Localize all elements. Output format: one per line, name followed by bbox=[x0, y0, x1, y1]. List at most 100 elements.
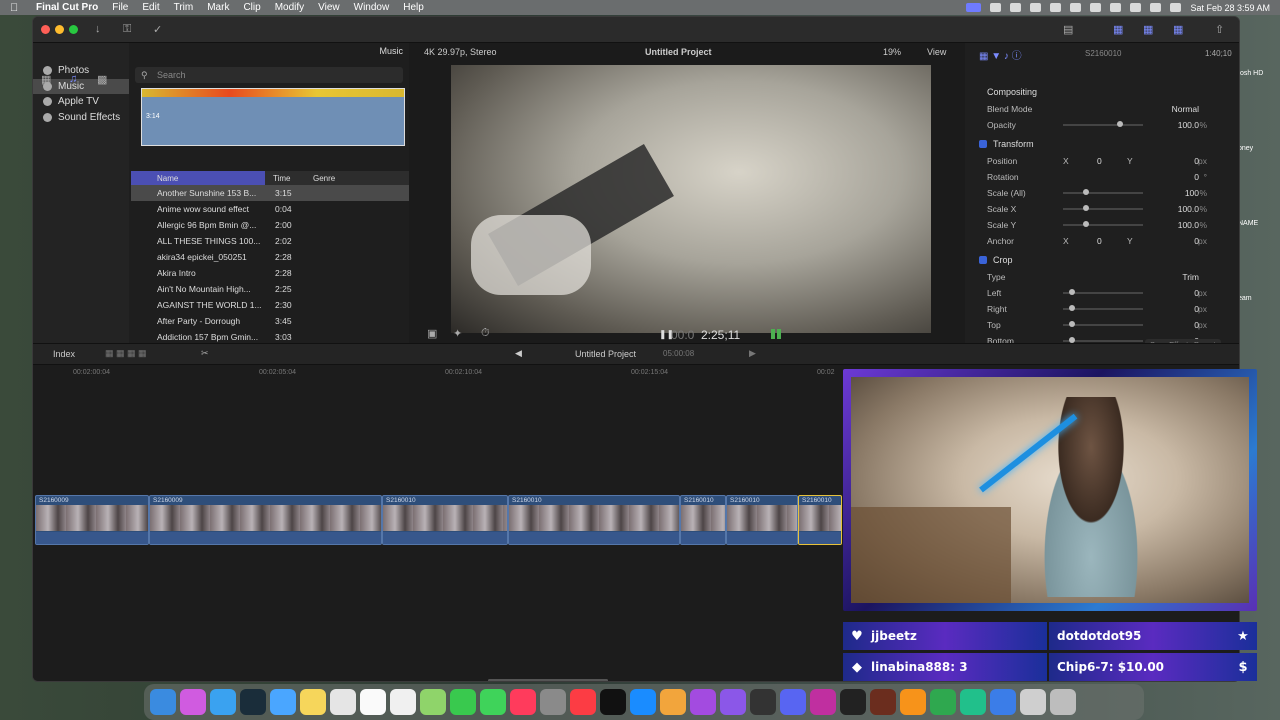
status-icon[interactable] bbox=[1050, 3, 1062, 12]
crop-left-slider[interactable] bbox=[1063, 289, 1143, 295]
list-item[interactable]: akira34 epickei_050251 2:28 bbox=[131, 249, 409, 265]
list-item[interactable]: After Party - Dorrough 3:45 bbox=[131, 313, 409, 329]
column-time[interactable]: Time bbox=[265, 174, 309, 183]
titles-icon[interactable]: ▩ bbox=[97, 73, 107, 86]
speed-icon[interactable]: ⏱ bbox=[481, 327, 490, 340]
video-clip[interactable]: S2160010 bbox=[382, 495, 508, 545]
crop-checkbox[interactable] bbox=[979, 256, 987, 264]
back-arrow-icon[interactable]: ◀ bbox=[515, 348, 522, 359]
inspector-tabs[interactable]: ▦ ▼ ♪ ⓘ bbox=[979, 47, 1022, 62]
control-center-icon[interactable] bbox=[1170, 3, 1182, 12]
libraries-icon[interactable]: ▦ bbox=[41, 73, 51, 86]
app-icon[interactable] bbox=[960, 689, 986, 715]
video-clip[interactable]: S2160010 bbox=[508, 495, 680, 545]
launchpad-icon[interactable] bbox=[180, 689, 206, 715]
apple-icon[interactable]:  bbox=[10, 2, 22, 14]
slider-knob[interactable] bbox=[1083, 205, 1089, 211]
video-frame[interactable] bbox=[451, 65, 931, 333]
desktop-label[interactable]: NAME bbox=[1238, 220, 1258, 227]
twitch-icon[interactable] bbox=[720, 689, 746, 715]
search-icon[interactable] bbox=[1150, 3, 1162, 12]
status-icon[interactable] bbox=[1010, 3, 1022, 12]
list-item[interactable]: Akira Intro 2:28 bbox=[131, 265, 409, 281]
slider-knob[interactable] bbox=[1069, 321, 1075, 327]
final-cut-icon[interactable] bbox=[750, 689, 776, 715]
opacity-row[interactable]: Opacity 100.0% bbox=[971, 117, 1239, 133]
wifi-icon[interactable] bbox=[1130, 3, 1142, 12]
scale-y-slider[interactable] bbox=[1063, 221, 1143, 227]
freeform-icon[interactable] bbox=[330, 689, 356, 715]
video-clip[interactable]: S2160010 bbox=[798, 495, 842, 545]
menu-app[interactable]: Final Cut Pro bbox=[36, 2, 98, 13]
podcasts-icon[interactable] bbox=[690, 689, 716, 715]
wand-icon[interactable]: ✦ bbox=[453, 327, 462, 340]
list-item[interactable]: ALL THESE THINGS 100... 2:02 bbox=[131, 233, 409, 249]
opacity-slider[interactable] bbox=[1063, 121, 1143, 127]
app-icon[interactable] bbox=[240, 689, 266, 715]
mail-icon[interactable] bbox=[270, 689, 296, 715]
close-icon[interactable] bbox=[41, 25, 50, 34]
import-icon[interactable]: ↓ bbox=[95, 23, 101, 35]
timeline-scrollbar[interactable] bbox=[488, 679, 608, 681]
slider-knob[interactable] bbox=[1069, 289, 1075, 295]
list-item[interactable]: Ain't No Mountain High... 2:25 bbox=[131, 281, 409, 297]
slider-knob[interactable] bbox=[1083, 189, 1089, 195]
scale-slider[interactable] bbox=[1063, 189, 1143, 195]
finder-icon[interactable] bbox=[150, 689, 176, 715]
game-icon[interactable] bbox=[870, 689, 896, 715]
downloads-icon[interactable] bbox=[1020, 689, 1046, 715]
video-clip[interactable]: S2160010 bbox=[680, 495, 726, 545]
app-icon[interactable] bbox=[930, 689, 956, 715]
index-button[interactable]: Index bbox=[53, 349, 75, 359]
blend-mode-value[interactable]: Normal bbox=[1172, 104, 1199, 114]
battery-icon[interactable] bbox=[1110, 3, 1122, 12]
menu-help[interactable]: Help bbox=[403, 2, 424, 13]
trash-icon[interactable] bbox=[1050, 689, 1076, 715]
maps-icon[interactable] bbox=[420, 689, 446, 715]
facetime-icon[interactable] bbox=[450, 689, 476, 715]
app-icon[interactable] bbox=[810, 689, 836, 715]
menu-view[interactable]: View bbox=[318, 2, 340, 13]
crop-bottom-slider[interactable] bbox=[1063, 337, 1143, 343]
crop-top-slider[interactable] bbox=[1063, 321, 1143, 327]
timecode[interactable]: 2:25;11 bbox=[701, 328, 740, 342]
list-item[interactable]: Another Sunshine 153 B... 3:15 bbox=[131, 185, 409, 201]
clock[interactable]: Sat Feb 28 3:59 AM bbox=[1190, 3, 1270, 13]
inspector-toggle-icon[interactable]: ▦ bbox=[1173, 23, 1183, 36]
section-transform[interactable]: Transform bbox=[971, 137, 1239, 153]
forward-arrow-icon[interactable]: ▶ bbox=[749, 348, 756, 359]
library-label[interactable]: Music bbox=[379, 46, 403, 56]
crop-right-slider[interactable] bbox=[1063, 305, 1143, 311]
scale-x-row[interactable]: Scale X 100.0% bbox=[971, 201, 1239, 217]
menu-mark[interactable]: Mark bbox=[207, 2, 229, 13]
menu-edit[interactable]: Edit bbox=[142, 2, 159, 13]
key-icon[interactable]: ⚿ bbox=[123, 23, 131, 36]
crop-left-row[interactable]: Left 0 px bbox=[971, 285, 1239, 301]
workspace-icon[interactable]: ▤ bbox=[1063, 23, 1073, 36]
scale-y-value[interactable]: 100.0 bbox=[1178, 220, 1199, 230]
share-icon[interactable]: ⇧ bbox=[1215, 23, 1224, 36]
discord-icon[interactable] bbox=[780, 689, 806, 715]
notes-icon[interactable] bbox=[300, 689, 326, 715]
video-clip[interactable]: S2160009 bbox=[149, 495, 382, 545]
scale-x-value[interactable]: 100.0 bbox=[1178, 204, 1199, 214]
status-icon[interactable] bbox=[966, 3, 982, 12]
app-store-icon[interactable] bbox=[630, 689, 656, 715]
app-icon[interactable] bbox=[990, 689, 1016, 715]
scale-x-slider[interactable] bbox=[1063, 205, 1143, 211]
menu-file[interactable]: File bbox=[112, 2, 128, 13]
tv-icon[interactable] bbox=[600, 689, 626, 715]
terminal-icon[interactable] bbox=[840, 689, 866, 715]
safari-icon[interactable] bbox=[210, 689, 236, 715]
opacity-value[interactable]: 100.0 bbox=[1178, 120, 1199, 130]
news-icon[interactable] bbox=[510, 689, 536, 715]
minimize-icon[interactable] bbox=[55, 25, 64, 34]
messages-icon[interactable] bbox=[480, 689, 506, 715]
transform-icon[interactable]: ▣ bbox=[427, 327, 437, 340]
crop-type-row[interactable]: Type Trim bbox=[971, 269, 1239, 285]
rotation-value[interactable]: 0 bbox=[1194, 172, 1199, 182]
blade-tool-icon[interactable]: ✂ bbox=[201, 348, 209, 359]
sidebar-item-sound-effects[interactable]: Sound Effects bbox=[33, 110, 129, 125]
list-item[interactable]: AGAINST THE WORLD 1... 2:30 bbox=[131, 297, 409, 313]
timeline-toggle-icon[interactable]: ▦ bbox=[1143, 23, 1153, 36]
